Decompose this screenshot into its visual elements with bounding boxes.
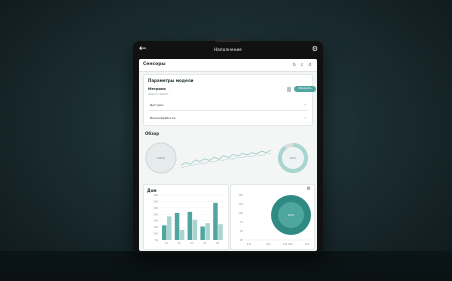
gear-icon[interactable]: ⚙ (307, 186, 311, 192)
list-item-label: Весы/обработка (150, 116, 176, 120)
parameters-card: Параметры модели Метрики datum datum Обн… (143, 74, 316, 126)
overview-charts: 100% 90% (145, 142, 308, 174)
bar (205, 223, 210, 240)
app-top-bar: ← Наполнение ⚙ (133, 41, 323, 59)
donut-center-label: 96% (288, 213, 295, 217)
gauge-left-label: 100% (157, 156, 166, 160)
header-action-3[interactable]: d (308, 62, 313, 67)
chevron-right-icon: › (304, 102, 306, 107)
overview-card: 100% 90% (143, 138, 311, 180)
y-tick-label: 125 (238, 203, 243, 206)
floor-shadow (0, 251, 452, 281)
app-screen: Сенсоры b c d Параметры модели Метрики d… (139, 59, 317, 251)
trend-line-1 (180, 149, 272, 166)
y-tick-label: 300 (153, 207, 158, 210)
donut-chart-card: ⚙ 150 125 100 75 50 25 96% 015 016 100 000 200 (230, 184, 315, 250)
y-tick-label: 250 (153, 213, 158, 216)
x-tick-label: 200 (305, 243, 310, 246)
x-tick-label: 016 (266, 243, 271, 246)
bar (179, 229, 185, 240)
donut-chart: 150 125 100 75 50 25 96% 015 016 100 000 200 (238, 194, 311, 246)
header-action-1[interactable]: b (293, 62, 298, 67)
bar (174, 213, 180, 240)
x-tick-label: 05 (216, 242, 220, 245)
section-title: Сенсоры (143, 62, 166, 67)
y-tick-label: 150 (153, 226, 158, 229)
y-tick-label: 350 (153, 200, 158, 203)
bar-chart-card: Дом 400 350 300 250 200 150 100 50 01 02 03 04 05 (143, 184, 229, 250)
y-tick-label: 150 (238, 194, 243, 197)
bar (218, 224, 223, 240)
y-tick-label: 200 (153, 220, 158, 223)
metrics-title: Метрики (148, 87, 166, 91)
trash-icon[interactable] (287, 87, 291, 92)
bar (200, 226, 205, 240)
y-tick-label: 100 (153, 233, 158, 236)
y-tick-label: 25 (240, 239, 244, 242)
chevron-right-icon: › (304, 115, 306, 120)
bar (213, 202, 218, 240)
list-item[interactable]: Датчики › (148, 99, 308, 111)
y-tick-label: 75 (240, 221, 244, 224)
tablet-device: ← Наполнение ⚙ Сенсоры b c d Параметры м… (133, 39, 323, 253)
list-item-label: Датчики (150, 103, 164, 107)
app-title: Наполнение (214, 47, 242, 52)
x-tick-label: 02 (178, 242, 182, 245)
y-tick-label: 400 (153, 194, 158, 197)
card-title: Параметры модели (148, 78, 194, 83)
x-tick-label: 04 (203, 242, 207, 245)
bar (192, 219, 198, 240)
overview-title: Обзор (145, 131, 160, 136)
header-actions: b c d (293, 62, 313, 67)
bar-chart-title: Дом (147, 188, 157, 193)
x-tick-label: 015 (247, 243, 252, 246)
section-header: Сенсоры b c d (139, 59, 317, 72)
list-item[interactable]: Весы/обработка › (148, 112, 308, 123)
y-tick-label: 50 (240, 230, 244, 233)
bar (187, 211, 193, 240)
y-tick-label: 50 (155, 239, 159, 242)
bar (162, 225, 167, 240)
gauge-right-label: 90% (290, 156, 297, 160)
bar-chart: 400 350 300 250 200 150 100 50 01 02 03 04 05 (153, 194, 224, 245)
y-tick-label: 100 (238, 212, 243, 215)
header-action-2[interactable]: c (301, 62, 305, 67)
x-tick-label: 01 (165, 242, 169, 245)
update-button[interactable]: Обновить (294, 86, 316, 92)
x-tick-label: 100 000 (283, 243, 293, 246)
x-tick-label: 03 (190, 242, 194, 245)
photo-backdrop: ← Наполнение ⚙ Сенсоры b c d Параметры м… (0, 0, 452, 281)
metrics-caption: datum datum (148, 92, 169, 96)
bar (167, 216, 172, 240)
gear-icon[interactable]: ⚙ (312, 45, 318, 53)
